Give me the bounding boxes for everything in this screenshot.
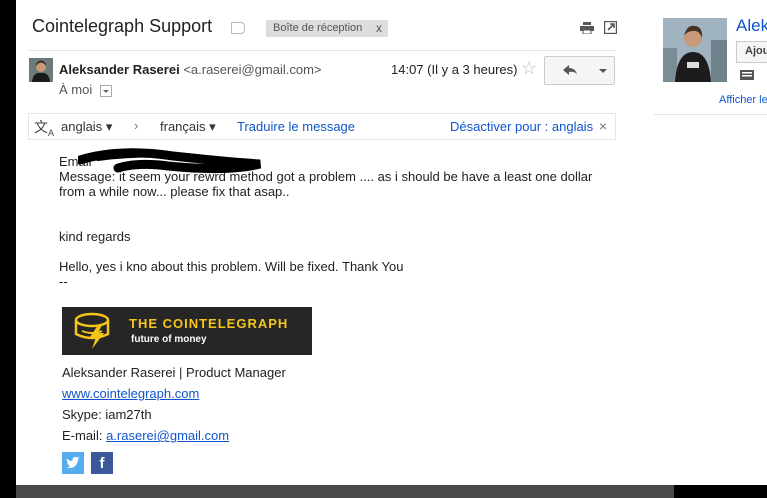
horizontal-scrollbar[interactable] <box>16 485 674 498</box>
sender-email: <a.raserei@gmail.com> <box>183 62 322 77</box>
add-to-circles-button[interactable]: Ajou <box>736 41 767 63</box>
reply-icon <box>563 65 577 75</box>
translate-icon: 文A <box>34 119 55 138</box>
logo-title: THE COINTELEGRAPH <box>129 316 289 331</box>
body-line-dash: -- <box>59 274 68 289</box>
sender-line: Aleksander Raserei <a.raserei@gmail.com> <box>59 62 322 77</box>
signature-website-link[interactable]: www.cointelegraph.com <box>62 386 199 401</box>
contact-name[interactable]: Alek <box>736 16 767 36</box>
bottom-edge <box>674 485 767 498</box>
translate-bar: 文A anglais ▾ › français ▾ Traduire le me… <box>28 113 616 140</box>
recipient-label: À moi <box>59 82 93 97</box>
signature-website-line: www.cointelegraph.com <box>62 386 199 401</box>
signature-email-line: E-mail: a.raserei@gmail.com <box>62 428 229 443</box>
arrow-right-icon: › <box>134 118 139 133</box>
close-translate-bar-icon[interactable]: × <box>599 118 607 134</box>
side-divider <box>654 114 767 115</box>
label-icon[interactable] <box>231 22 245 34</box>
more-actions-button[interactable] <box>592 56 615 85</box>
show-details-link[interactable]: Afficher le <box>719 94 767 106</box>
popout-icon[interactable] <box>604 21 617 34</box>
header-divider <box>28 50 616 51</box>
print-icon[interactable] <box>580 22 594 34</box>
reply-button[interactable] <box>544 56 594 85</box>
body-line-reply: Hello, yes i kno about this problem. Wil… <box>59 259 404 274</box>
cointelegraph-coin-icon <box>74 312 110 349</box>
star-icon[interactable]: ☆ <box>521 58 537 79</box>
remove-label-button[interactable]: x <box>376 21 382 35</box>
source-language-select[interactable]: anglais ▾ <box>61 119 112 135</box>
sender-name[interactable]: Aleksander Raserei <box>59 62 180 77</box>
recipient-line: À moi <box>59 82 112 97</box>
target-language-label: français <box>160 119 206 134</box>
logo-subtitle: future of money <box>131 334 207 345</box>
signature-email-link[interactable]: a.raserei@gmail.com <box>106 428 229 443</box>
signature-name-role: Aleksander Raserei | Product Manager <box>62 365 286 380</box>
recipient-details-toggle[interactable] <box>99 84 112 97</box>
translate-message-link[interactable]: Traduire le message <box>237 119 355 134</box>
email-subject: Cointelegraph Support <box>32 16 213 36</box>
source-language-label: anglais <box>61 119 103 134</box>
signature-skype: Skype: iam27th <box>62 407 152 422</box>
email-contact-icon[interactable] <box>740 70 754 80</box>
cointelegraph-logo: THE COINTELEGRAPH future of money <box>62 307 312 355</box>
message-time: 14:07 (Il y a 3 heures) <box>391 62 518 77</box>
target-language-select[interactable]: français ▾ <box>160 119 216 135</box>
facebook-icon[interactable]: f <box>91 452 113 474</box>
chevron-down-icon <box>599 69 607 73</box>
disable-translation-link[interactable]: Désactiver pour : anglais <box>450 119 593 134</box>
signature-email-label: E-mail: <box>62 428 107 443</box>
contact-photo[interactable] <box>663 18 727 82</box>
inbox-label-text: Boîte de réception <box>273 22 363 34</box>
body-line-regards: kind regards <box>59 229 131 244</box>
inbox-label-chip[interactable]: Boîte de réception x <box>266 20 388 37</box>
sender-avatar[interactable] <box>29 58 53 82</box>
redaction-scribble <box>78 148 262 174</box>
twitter-icon[interactable] <box>62 452 84 474</box>
add-to-circles-label: Ajou <box>745 45 767 57</box>
body-line-message-2: from a while now... please fix that asap… <box>59 184 290 199</box>
